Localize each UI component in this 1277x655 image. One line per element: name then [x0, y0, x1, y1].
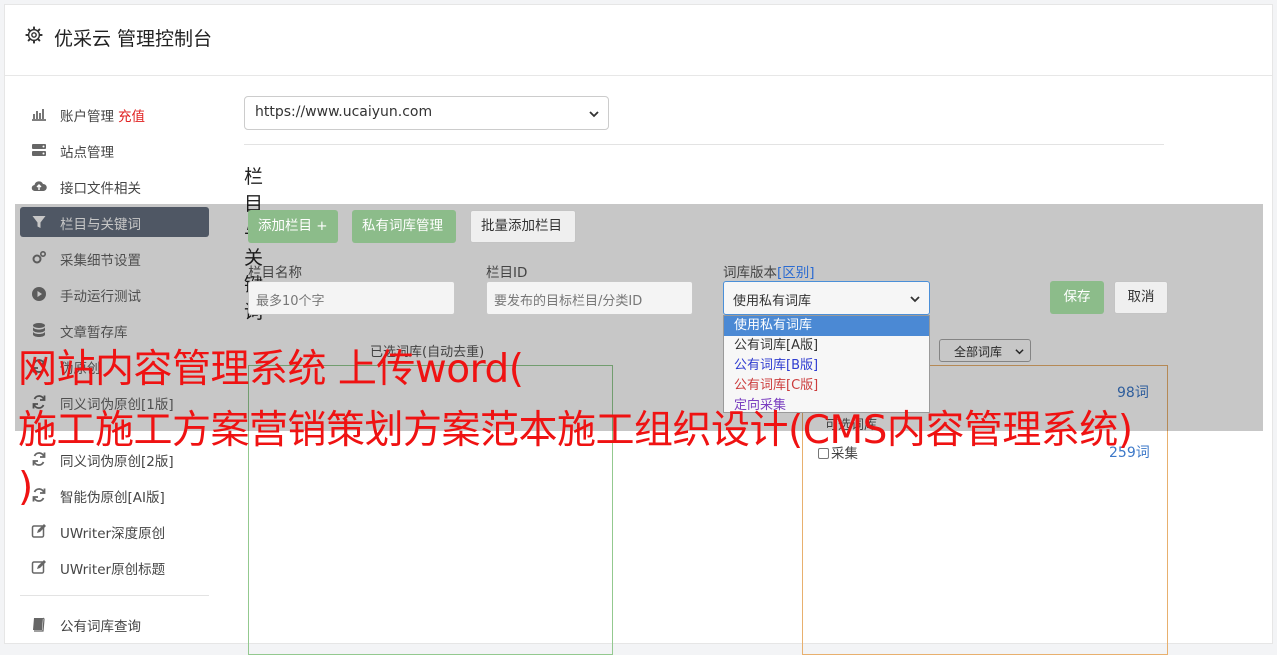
chevron-down-icon	[910, 296, 920, 303]
sidebar-item-label: UWriter原创标题	[60, 562, 166, 578]
dropdown-option[interactable]: 公有词库[C版]	[724, 376, 929, 396]
column-name-input[interactable]: 最多10个字	[248, 281, 455, 315]
column-id-input[interactable]: 要发布的目标栏目/分类ID	[486, 281, 693, 315]
sidebar-item-sites[interactable]: 站点管理	[20, 135, 209, 165]
lib-version-value: 使用私有词库	[733, 294, 812, 309]
book-icon	[33, 617, 45, 632]
lib-version-label-text: 词库版本	[723, 265, 777, 281]
sidebar-item-ai-rewrite[interactable]: 智能伪原创[AI版]	[20, 480, 209, 510]
divider	[244, 144, 1164, 145]
edit-icon	[31, 524, 46, 538]
chevron-down-icon	[589, 111, 599, 118]
dropdown-option[interactable]: 使用私有词库	[724, 316, 929, 336]
server-icon	[32, 144, 46, 156]
sidebar-item-label: 站点管理	[60, 145, 114, 161]
dropdown-option[interactable]: 公有词库[B版]	[724, 356, 929, 376]
site-select[interactable]: https://www.ucaiyun.com	[244, 96, 609, 130]
sidebar-item-label: 公有词库查询	[60, 619, 141, 635]
edit-icon	[31, 560, 46, 574]
sidebar-item-label: UWriter深度原创	[60, 526, 166, 542]
sidebar-item-label: 智能伪原创[AI版]	[60, 490, 165, 506]
watermark-line: 施工施工方案营销策划方案范本施工组织设计(CMS内容管理系统)	[18, 408, 1133, 453]
cloud-upload-icon	[31, 181, 47, 192]
gear-icon	[25, 26, 43, 44]
modal-overlay	[15, 204, 1263, 431]
watermark-line: 网站内容管理系统 上传word(	[18, 347, 524, 392]
sidebar-item-label: 同义词伪原创[2版]	[60, 454, 174, 470]
lib-version-dropdown[interactable]: 使用私有词库 公有词库[A版] 公有词库[B版] 公有词库[C版] 定向采集	[723, 315, 930, 413]
private-lib-button[interactable]: 私有词库管理	[352, 210, 456, 243]
cancel-button[interactable]: 取消	[1114, 281, 1168, 314]
site-select-value: https://www.ucaiyun.com	[255, 104, 433, 120]
sidebar-item-uwriter-title[interactable]: UWriter原创标题	[20, 552, 209, 582]
lib-version-select[interactable]: 使用私有词库	[723, 281, 930, 315]
sidebar-item-account[interactable]: 账户管理 充值	[20, 99, 209, 129]
page-header: 优采云 管理控制台	[5, 5, 1272, 76]
column-id-label: 栏目ID	[486, 265, 528, 281]
sidebar-item-label: 账户管理	[60, 109, 114, 125]
batch-add-button[interactable]: 批量添加栏目	[470, 210, 576, 243]
sidebar-item-label: 接口文件相关	[60, 181, 141, 197]
sidebar-item-uwriter-deep[interactable]: UWriter深度原创	[20, 516, 209, 546]
dropdown-option[interactable]: 公有词库[A版]	[724, 336, 929, 356]
sidebar-divider	[20, 595, 209, 596]
sidebar-item-public-lib[interactable]: 公有词库查询	[20, 609, 209, 639]
watermark-line: )	[18, 465, 33, 510]
refresh-icon	[32, 488, 46, 502]
recharge-link[interactable]: 充值	[118, 109, 145, 125]
column-name-label: 栏目名称	[248, 265, 302, 281]
lib-version-label: 词库版本[区别]	[723, 261, 815, 281]
refresh-icon	[32, 452, 46, 466]
difference-link[interactable]: [区别]	[777, 265, 815, 281]
save-button[interactable]: 保存	[1050, 281, 1104, 314]
page-title: 优采云 管理控制台	[54, 28, 213, 50]
sidebar-item-interface[interactable]: 接口文件相关	[20, 171, 209, 201]
bar-chart-icon	[32, 109, 46, 121]
add-column-button[interactable]: 添加栏目 +	[248, 210, 338, 243]
